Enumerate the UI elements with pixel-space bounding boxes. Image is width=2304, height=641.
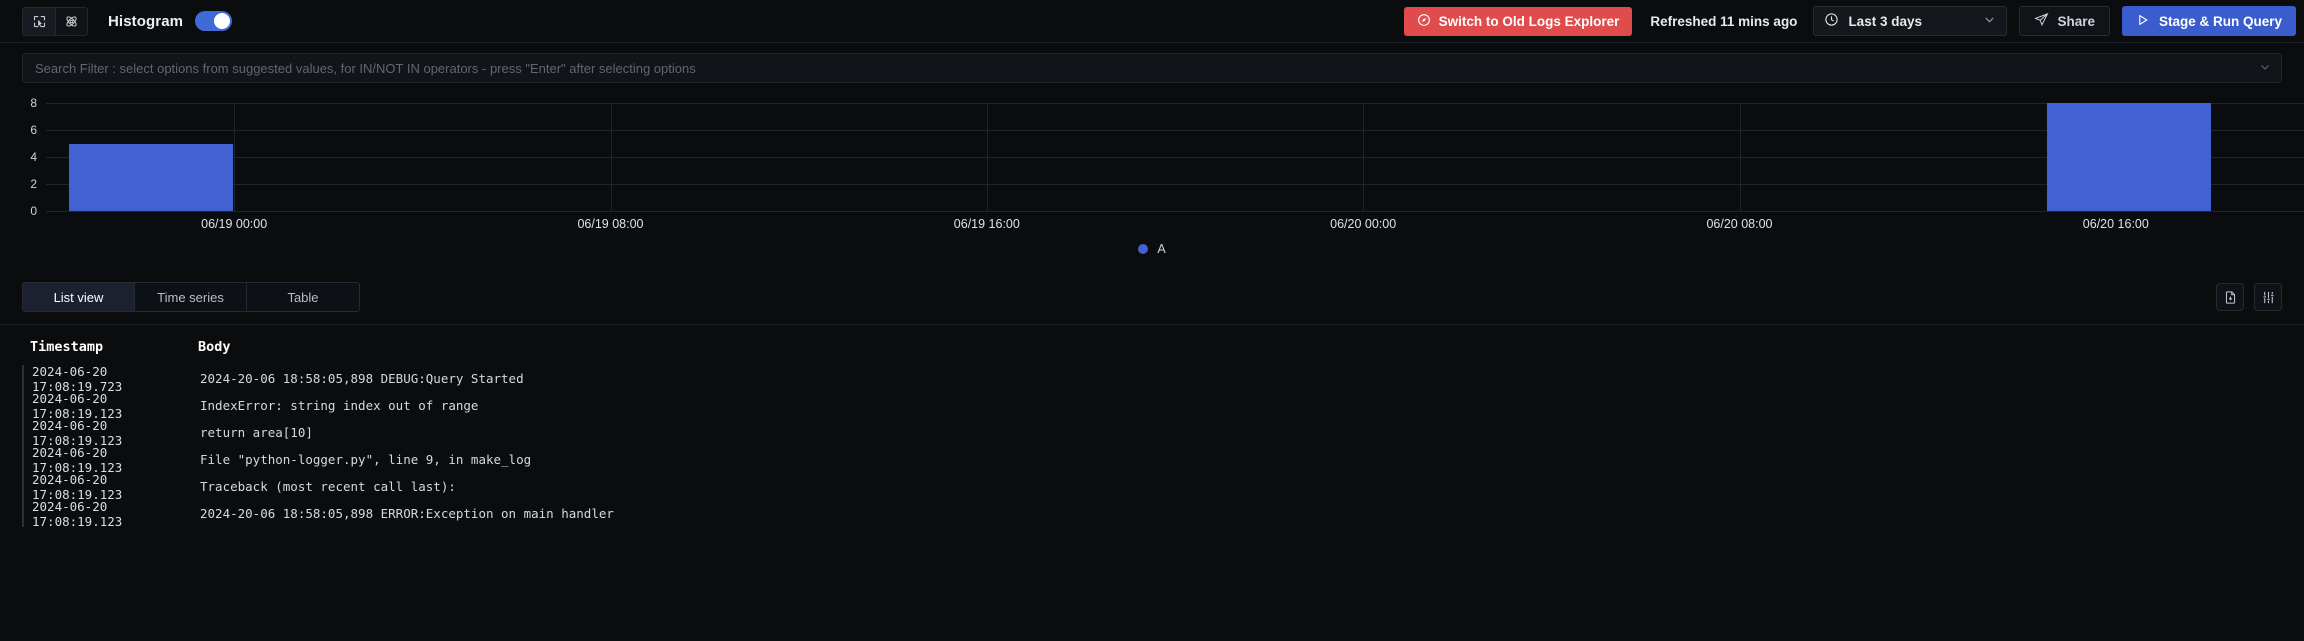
switch-button-label: Switch to Old Logs Explorer (1438, 13, 1620, 29)
log-timestamp: 2024-06-20 17:08:19.123 (32, 417, 123, 448)
download-file-icon[interactable] (2216, 283, 2244, 311)
legend-label: A (1157, 242, 1166, 256)
view-tabs-row: List view Time series Table (0, 280, 2304, 314)
time-range-label: Last 3 days (1848, 13, 1922, 29)
chart-x-tick-label: 06/19 16:00 (953, 217, 1020, 231)
clock-icon (1824, 12, 1839, 30)
toggle-knob (214, 13, 231, 29)
view-tabs: List view Time series Table (22, 282, 360, 312)
chart-plot-area[interactable]: 0 2 4 6 8 (30, 96, 2304, 218)
log-timestamp: 2024-06-20 17:08:19.123 (32, 444, 123, 475)
chart-gridline-vertical (234, 103, 236, 211)
table-actions (2216, 283, 2282, 311)
legend-color-dot (1138, 244, 1149, 254)
chart-bar[interactable] (68, 143, 234, 211)
chart-bar[interactable] (2046, 103, 2212, 211)
chart-x-tick-label: 06/20 16:00 (2082, 217, 2149, 231)
table-row[interactable]: 2024-06-20 17:08:19.723 2024-20-06 18:58:… (22, 363, 2282, 394)
refreshed-status: Refreshed 11 mins ago (1650, 13, 1798, 29)
search-filter-section: Search Filter : select options from sugg… (0, 43, 2304, 83)
chart-y-tick-label: 8 (30, 96, 37, 110)
tab-table[interactable]: Table (247, 283, 359, 311)
log-body: 2024-20-06 18:58:05,898 ERROR:Exception … (200, 506, 614, 521)
view-mode-icon-group (22, 6, 88, 36)
chart-x-tick-label: 06/20 00:00 (1330, 217, 1397, 231)
toolbar-actions: Switch to Old Logs Explorer Refreshed 11… (1403, 6, 2296, 36)
chart-gridline (46, 103, 2304, 104)
chart-y-tick-label: 2 (30, 177, 37, 191)
column-header-body: Body (198, 339, 231, 355)
chart-gridline-vertical (610, 103, 612, 211)
log-timestamp: 2024-06-20 17:08:19.123 (32, 471, 123, 502)
log-timestamp: 2024-06-20 17:08:19.123 (32, 390, 123, 421)
chart-gridline-vertical (1739, 103, 1741, 211)
chart-gridline-vertical (1363, 103, 1365, 211)
chevron-down-icon (1983, 13, 1996, 29)
send-icon (2034, 12, 2049, 30)
log-table-header: Timestamp Body (22, 325, 2282, 365)
table-row[interactable]: 2024-06-20 17:08:19.123 IndexError: strin… (22, 390, 2282, 421)
chart-gridline (46, 211, 2304, 212)
chart-gridline (46, 130, 2304, 131)
histogram-chart: 02468 06/19 00:00 06/19 08:00 06/19 16:00 0… (0, 95, 2304, 270)
switch-to-old-logs-explorer-button[interactable]: Switch to Old Logs Explorer (1403, 6, 1633, 36)
column-header-timestamp: Timestamp (30, 339, 104, 355)
chevron-down-icon[interactable] (2259, 61, 2271, 76)
play-icon (2136, 13, 2150, 30)
search-filter-input[interactable]: Search Filter : select options from sugg… (22, 53, 2282, 83)
tab-list-view[interactable]: List view (23, 283, 135, 311)
table-row[interactable]: 2024-06-20 17:08:19.123 return area[10] (22, 417, 2282, 448)
chart-gridline (46, 184, 2304, 185)
tab-time-series[interactable]: Time series (135, 283, 247, 311)
share-button[interactable]: Share (2019, 6, 2110, 36)
log-table: Timestamp Body 2024-06-20 17:08:19.723 20… (0, 325, 2304, 529)
log-body: File "python-logger.py", line 9, in make… (200, 452, 532, 467)
chart-legend: A (0, 242, 2304, 256)
time-range-selector[interactable]: Last 3 days (1813, 6, 2008, 36)
log-timestamp: 2024-06-20 17:08:19.723 (32, 363, 123, 394)
log-timestamp: 2024-06-20 17:08:19.123 (32, 498, 123, 529)
histogram-label: Histogram (108, 12, 184, 30)
log-body: Traceback (most recent call last): (200, 479, 456, 494)
compass-icon (1417, 13, 1431, 30)
log-table-body: 2024-06-20 17:08:19.723 2024-20-06 18:58:… (22, 363, 2282, 529)
chart-y-tick-label: 4 (30, 150, 37, 164)
table-row[interactable]: 2024-06-20 17:08:19.123 Traceback (most r… (22, 471, 2282, 502)
run-label: Stage & Run Query (2158, 13, 2282, 29)
top-toolbar: Histogram Switch to Old Logs Explorer Re… (0, 0, 2304, 43)
chart-x-tick-label: 06/19 00:00 (201, 217, 268, 231)
stage-and-run-query-button[interactable]: Stage & Run Query (2121, 6, 2296, 36)
cursor-select-icon[interactable] (22, 6, 55, 36)
chart-gridline (46, 157, 2304, 158)
table-row[interactable]: 2024-06-20 17:08:19.123 2024-20-06 18:58:… (22, 498, 2282, 529)
log-body: 2024-20-06 18:58:05,898 DEBUG:Query Star… (200, 371, 524, 386)
table-row[interactable]: 2024-06-20 17:08:19.123 File "python-logg… (22, 444, 2282, 475)
chart-x-tick-label: 06/19 08:00 (577, 217, 644, 231)
chart-x-tick-label: 06/20 08:00 (1706, 217, 1773, 231)
chart-y-tick-label: 6 (30, 123, 37, 137)
atom-icon[interactable] (55, 6, 88, 36)
log-body: IndexError: string index out of range (200, 398, 479, 413)
share-label: Share (2057, 13, 2095, 29)
search-filter-placeholder: Search Filter : select options from sugg… (35, 60, 696, 76)
chart-y-tick-label: 0 (30, 204, 37, 218)
log-body: return area[10] (200, 425, 313, 440)
sliders-icon[interactable] (2254, 283, 2282, 311)
histogram-toggle[interactable] (195, 11, 233, 31)
chart-gridline-vertical (986, 103, 988, 211)
